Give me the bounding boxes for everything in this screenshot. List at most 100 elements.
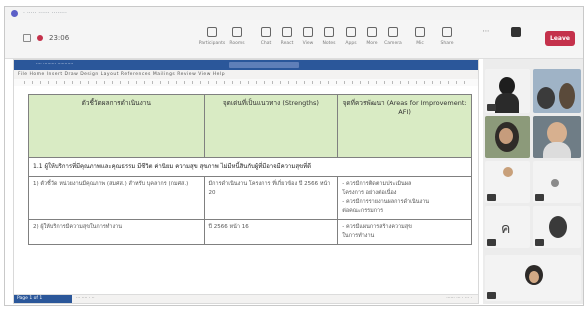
window-title: · ····· ······ ········ xyxy=(23,10,67,17)
row1-afi-line: ต่อคณะกรรมการ xyxy=(342,208,384,214)
participant-tile[interactable] xyxy=(533,116,581,158)
rooms-icon xyxy=(232,27,242,37)
row1-afi-line: โครงการ อย่างต่อเนื่อง xyxy=(342,190,397,196)
more-button[interactable]: More xyxy=(361,25,383,55)
document-page[interactable]: ตัวชี้วัดผลการดำเนินงาน จุดเด่นที่เป็นแน… xyxy=(14,86,478,297)
table-row: 2) ผู้ให้บริการมีความสุขในการทำงาน ปี 25… xyxy=(28,219,472,245)
mic-label: Mic xyxy=(416,41,424,46)
view-label: View xyxy=(302,41,314,46)
participant-tile[interactable] xyxy=(485,69,530,113)
react-label: React xyxy=(280,41,294,46)
mic-muted-icon xyxy=(535,194,544,201)
notes-label: Notes xyxy=(322,41,336,46)
chat-icon xyxy=(261,27,271,37)
self-view-tile[interactable] xyxy=(485,255,581,301)
table-row: 1) ตัวชี้วัด หน่วยงานมีคุณภาพ (สมศส.) สำ… xyxy=(28,176,472,220)
page-count-text: Page 1 of 1 xyxy=(17,296,43,301)
page-indicator[interactable]: Page 1 of 1 xyxy=(14,295,72,303)
participant-video xyxy=(503,167,513,177)
header-strengths: จุดเด่นที่เป็นแนวทาง (Strengths) xyxy=(203,94,339,158)
participant-tile[interactable] xyxy=(485,116,530,158)
participants-gallery: ค xyxy=(483,59,583,304)
meeting-toolbar: 23:06 Participants Rooms Chat React View… xyxy=(5,20,583,59)
participant-avatar: ค xyxy=(501,221,511,237)
camera-toggle-button[interactable] xyxy=(505,25,527,55)
recording-indicator-icon xyxy=(37,35,43,41)
row1-indicator: 1) ตัวชี้วัด หน่วยงานมีคุณภาพ (สมศส.) สำ… xyxy=(28,176,205,220)
status-text: ··· ···· · ·· xyxy=(76,296,95,301)
apps-button[interactable]: Apps xyxy=(340,25,362,55)
row1-afi-line: - ควรมีการติดตามประเมินผล xyxy=(342,181,412,187)
chat-label: Chat xyxy=(260,41,272,46)
view-icon xyxy=(303,27,313,37)
participant-video xyxy=(547,122,567,144)
participant-tile[interactable]: ค xyxy=(485,206,530,248)
participant-video xyxy=(495,93,519,113)
mic-muted-icon xyxy=(487,239,496,246)
participant-tile[interactable] xyxy=(533,206,581,248)
notes-icon xyxy=(324,27,334,37)
self-video xyxy=(529,271,539,283)
react-icon xyxy=(282,27,292,37)
teams-window: · ····· ······ ········ 23:06 Participan… xyxy=(4,6,584,306)
participant-video xyxy=(499,128,513,144)
word-status-bar: Page 1 of 1 ··· ···· · ·· ······ ··· · ·… xyxy=(14,294,478,303)
teams-app-icon xyxy=(11,10,18,17)
participant-tile[interactable] xyxy=(533,69,581,113)
header-afi: จุดที่ควรพัฒนา (Areas for Improvement: A… xyxy=(337,94,472,158)
participant-video xyxy=(551,179,559,187)
row2-indicator: 2) ผู้ให้บริการมีความสุขในการทำงาน xyxy=(28,219,205,245)
row2-afi-line: - ควรมีแผนการสร้างความสุข xyxy=(342,224,412,230)
apps-label: Apps xyxy=(345,41,357,46)
header-indicator: ตัวชี้วัดผลการดำเนินงาน xyxy=(28,94,205,158)
camera-on-icon xyxy=(511,27,521,37)
row2-afi: - ควรมีแผนการสร้างความสุข ในการทำงาน xyxy=(337,219,472,245)
mic-muted-icon xyxy=(487,104,496,111)
camera-label: Camera xyxy=(384,41,402,46)
word-title-bar: ···· ········· ··········· xyxy=(14,60,478,77)
participant-tile[interactable] xyxy=(533,161,581,203)
share-button[interactable]: Share xyxy=(436,25,458,55)
participants-label: Participants xyxy=(198,41,226,46)
participant-video xyxy=(537,87,555,109)
ribbon-tab-labels: File Home Insert Draw Design Layout Refe… xyxy=(18,72,226,77)
rooms-label: Rooms xyxy=(229,41,245,46)
word-search-box[interactable] xyxy=(229,62,299,68)
mic-button[interactable]: Mic xyxy=(409,25,431,55)
mic-muted-icon xyxy=(487,292,496,299)
section-row: 1.1 ผู้ให้บริการที่มีคุณภาพและคุณธรรม มี… xyxy=(28,157,472,177)
ellipsis-icon: ⋯ xyxy=(482,27,490,35)
participant-tile[interactable] xyxy=(485,161,530,203)
table-header-row: ตัวชี้วัดผลการดำเนินงาน จุดเด่นที่เป็นแน… xyxy=(28,94,472,158)
more-icon xyxy=(367,27,377,37)
row1-afi: - ควรมีการติดตามประเมินผล โครงการ อย่างต… xyxy=(337,176,472,220)
row2-afi-line: ในการทำงาน xyxy=(342,233,375,239)
share-icon xyxy=(442,27,452,37)
meeting-timer: 23:06 xyxy=(49,34,70,42)
rooms-button[interactable]: Rooms xyxy=(226,25,248,55)
notes-button[interactable]: Notes xyxy=(318,25,340,55)
ruler-ticks xyxy=(24,81,468,84)
shared-screen: ···· ········· ··········· File Home Ins… xyxy=(13,59,479,304)
row1-afi-line: - ควรมีการรายงานผลการดำเนินงาน xyxy=(342,199,430,205)
chat-button[interactable]: Chat xyxy=(255,25,277,55)
document-title: ···· ········· ··········· xyxy=(36,62,74,67)
row2-strengths: ปี 2566 หน้า 16 xyxy=(203,219,339,245)
leave-button[interactable]: Leave xyxy=(545,31,575,46)
view-button[interactable]: View xyxy=(297,25,319,55)
participants-button[interactable]: Participants xyxy=(198,25,226,55)
mic-muted-icon xyxy=(487,194,496,201)
meeting-grid-icon[interactable] xyxy=(23,34,31,42)
window-title-bar: · ····· ······ ········ xyxy=(5,7,583,21)
more-options-button[interactable]: ⋯ xyxy=(475,25,497,55)
react-button[interactable]: React xyxy=(276,25,298,55)
camera-icon xyxy=(388,27,398,37)
assessment-table: ตัวชี้วัดผลการดำเนินงาน จุดเด่นที่เป็นแน… xyxy=(28,94,472,245)
zoom-controls[interactable]: ······ ··· · ··· · xyxy=(446,296,472,301)
mic-icon xyxy=(415,27,425,37)
section-title: 1.1 ผู้ให้บริการที่มีคุณภาพและคุณธรรม มี… xyxy=(28,157,472,177)
row1-strengths: มีการดำเนินงาน โครงการ ที่เกี่ยวข้อง ปี … xyxy=(203,176,339,220)
more-label: More xyxy=(366,41,378,46)
camera-button[interactable]: Camera xyxy=(382,25,404,55)
participant-video xyxy=(543,142,571,158)
